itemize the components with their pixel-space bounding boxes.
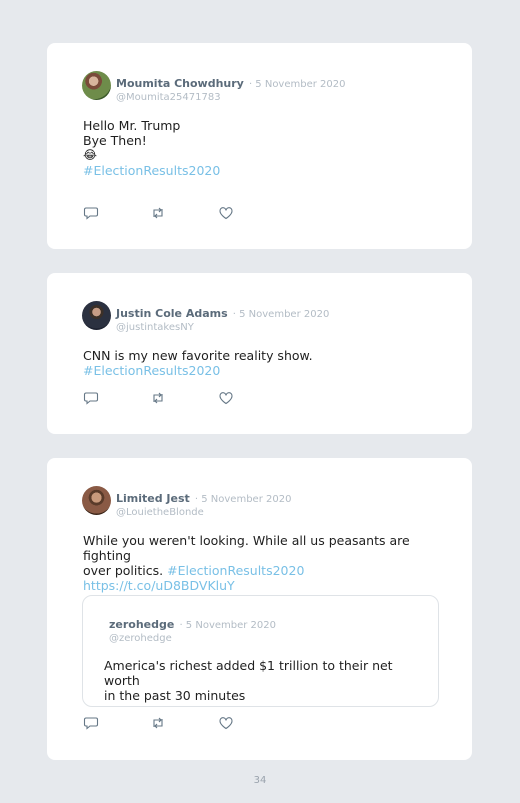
- quoted-author-handle[interactable]: @zerohedge: [109, 633, 276, 644]
- tweet-line: Hello Mr. Trump: [83, 118, 181, 133]
- page-number: 34: [253, 775, 267, 786]
- quoted-tweet-text: America's richest added $1 trillion to t…: [104, 658, 413, 703]
- like-icon[interactable]: [218, 205, 234, 221]
- tweet-line: in the past 30 minutes: [104, 688, 246, 703]
- tweet-text: CNN is my new favorite reality show. #El…: [83, 348, 442, 378]
- tweet-line: over politics.: [83, 563, 164, 578]
- quoted-tweet-date: · 5 November 2020: [179, 620, 277, 631]
- tweet-date: · 5 November 2020: [248, 79, 346, 90]
- author-name[interactable]: Moumita Chowdhury: [116, 77, 244, 90]
- hashtag-link[interactable]: #ElectionResults2020: [83, 363, 220, 378]
- tweet-card: Limited Jest · 5 November 2020 @Louiethe…: [47, 458, 472, 760]
- retweet-icon[interactable]: [150, 205, 166, 221]
- like-icon[interactable]: [218, 390, 234, 406]
- tweet-card: Moumita Chowdhury · 5 November 2020 @Mou…: [47, 43, 472, 249]
- tweet-line: CNN is my new favorite reality show.: [83, 348, 313, 363]
- like-icon[interactable]: [218, 715, 234, 731]
- tweet-text: While you weren't looking. While all us …: [83, 533, 442, 593]
- tweet-date: · 5 November 2020: [232, 309, 330, 320]
- tweet-header: Justin Cole Adams · 5 November 2020 @jus…: [116, 302, 329, 333]
- avatar[interactable]: [82, 301, 111, 330]
- avatar[interactable]: [82, 71, 111, 100]
- reply-icon[interactable]: [83, 715, 99, 731]
- tweet-line: While you weren't looking. While all us …: [83, 533, 410, 563]
- author-name[interactable]: Limited Jest: [116, 492, 190, 505]
- tweet-line: America's richest added $1 trillion to t…: [104, 658, 393, 688]
- tweet-url-link[interactable]: https://t.co/uD8BDVKluY: [83, 578, 442, 593]
- quoted-author-name[interactable]: zerohedge: [109, 618, 174, 631]
- reply-icon[interactable]: [83, 205, 99, 221]
- avatar[interactable]: [82, 486, 111, 515]
- hashtag-link[interactable]: #ElectionResults2020: [167, 563, 304, 578]
- hashtag-link[interactable]: #ElectionResults2020: [83, 163, 442, 178]
- tweet-header: Limited Jest · 5 November 2020 @Louiethe…: [116, 487, 291, 518]
- quoted-tweet[interactable]: zerohedge · 5 November 2020 @zerohedge A…: [82, 595, 439, 707]
- laughing-emoji-icon: 😂: [83, 148, 98, 162]
- tweet-card: Justin Cole Adams · 5 November 2020 @jus…: [47, 273, 472, 434]
- tweet-text: Hello Mr. Trump Bye Then! 😂 #ElectionRes…: [83, 118, 442, 178]
- retweet-icon[interactable]: [150, 715, 166, 731]
- reply-icon[interactable]: [83, 390, 99, 406]
- tweet-line: Bye Then!: [83, 133, 147, 148]
- tweet-date: · 5 November 2020: [194, 494, 292, 505]
- author-handle[interactable]: @justintakesNY: [116, 322, 329, 333]
- retweet-icon[interactable]: [150, 390, 166, 406]
- tweet-line-wrap: over politics. #ElectionResults2020: [83, 563, 442, 578]
- author-name[interactable]: Justin Cole Adams: [116, 307, 228, 320]
- tweet-header: Moumita Chowdhury · 5 November 2020 @Mou…: [116, 72, 346, 103]
- author-handle[interactable]: @LouietheBlonde: [116, 507, 291, 518]
- author-handle[interactable]: @Moumita25471783: [116, 92, 346, 103]
- quoted-tweet-header: zerohedge · 5 November 2020 @zerohedge: [109, 613, 276, 644]
